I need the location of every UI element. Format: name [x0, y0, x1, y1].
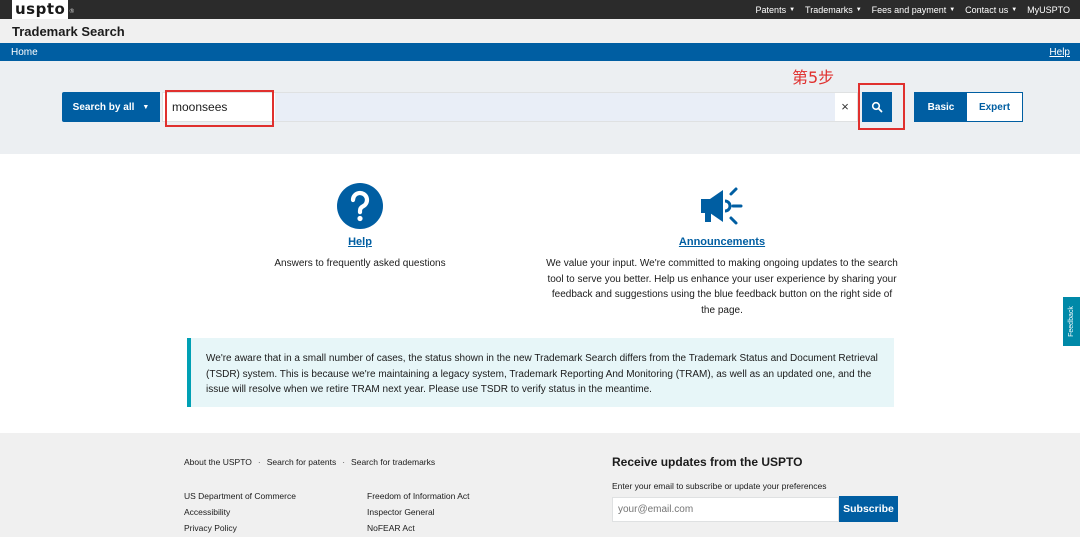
search-type-label: Search by all — [72, 101, 135, 113]
announcements-card-link[interactable]: Announcements — [545, 236, 899, 248]
search-type-dropdown[interactable]: Search by all ▼ — [62, 92, 160, 122]
title-bar: Trademark Search — [0, 19, 1080, 43]
footer-top-links: About the USPTO · Search for patents · S… — [184, 457, 435, 467]
separator-dot: · — [257, 457, 261, 467]
footer — [0, 433, 1080, 537]
nav-myuspto[interactable]: MyUSPTO — [1027, 5, 1070, 15]
question-circle-icon — [337, 183, 383, 229]
footer-link-commerce[interactable]: US Department of Commerce — [184, 488, 296, 504]
uspto-logo[interactable]: uspto ® — [12, 0, 75, 19]
nav-fees[interactable]: Fees and payment ▼ — [872, 5, 956, 15]
subscribe-button[interactable]: Subscribe — [839, 496, 898, 522]
footer-link-privacy[interactable]: Privacy Policy — [184, 520, 296, 536]
subscribe-title: Receive updates from the USPTO — [612, 455, 803, 469]
caret-down-icon: ▼ — [789, 7, 796, 14]
footer-link-patents[interactable]: Search for patents — [267, 457, 336, 467]
step-annotation: 第5步 — [792, 68, 835, 87]
feedback-tab[interactable]: Feedback — [1063, 297, 1080, 346]
footer-link-about[interactable]: About the USPTO — [184, 457, 252, 467]
mode-expert-button[interactable]: Expert — [967, 93, 1022, 121]
subscribe-description: Enter your email to subscribe or update … — [612, 481, 827, 491]
footer-column-1: US Department of Commerce Accessibility … — [184, 488, 296, 536]
megaphone-icon — [701, 187, 743, 225]
footer-link-inspector-general[interactable]: Inspector General — [367, 504, 470, 520]
top-bar: uspto ® Patents ▼ Trademarks ▼ Fees and pay… — [0, 0, 1080, 19]
logo-text: uspto — [15, 0, 66, 18]
clear-icon[interactable]: × — [837, 99, 853, 115]
nav-contact[interactable]: Contact us ▼ — [965, 5, 1017, 15]
page-title: Trademark Search — [12, 23, 125, 39]
caret-down-icon: ▼ — [949, 7, 956, 14]
footer-link-accessibility[interactable]: Accessibility — [184, 504, 296, 520]
breadcrumb: Home Help — [0, 43, 1080, 61]
breadcrumb-home[interactable]: Home — [11, 47, 38, 58]
caret-down-icon: ▼ — [142, 103, 150, 111]
nav-patents[interactable]: Patents ▼ — [756, 5, 795, 15]
caret-down-icon: ▼ — [1011, 7, 1018, 14]
nav-trademarks[interactable]: Trademarks ▼ — [805, 5, 862, 15]
help-card-text: Answers to frequently asked questions — [274, 258, 446, 269]
announcements-card: Announcements We value your input. We're… — [545, 182, 899, 318]
help-card: Help Answers to frequently asked questio… — [260, 182, 460, 272]
footer-column-2: Freedom of Information Act Inspector Gen… — [367, 488, 470, 536]
announcements-card-text: We value your input. We're committed to … — [546, 258, 898, 316]
help-card-link[interactable]: Help — [260, 236, 460, 248]
status-notice-text: We're aware that in a small number of ca… — [206, 353, 878, 395]
help-link[interactable]: Help — [1049, 47, 1070, 58]
top-nav: Patents ▼ Trademarks ▼ Fees and payment ▼ C… — [756, 5, 1070, 15]
status-notice: We're aware that in a small number of ca… — [187, 338, 894, 407]
feedback-label: Feedback — [1068, 306, 1075, 337]
footer-link-foia[interactable]: Freedom of Information Act — [367, 488, 470, 504]
search-mode-toggle: Basic Expert — [914, 92, 1023, 122]
separator-dot: · — [342, 457, 346, 467]
search-icon — [871, 101, 883, 113]
caret-down-icon: ▼ — [855, 7, 862, 14]
mode-basic-button[interactable]: Basic — [915, 93, 967, 121]
footer-link-trademarks[interactable]: Search for trademarks — [351, 457, 435, 467]
logo-registered-mark: ® — [68, 8, 76, 15]
search-button[interactable] — [862, 92, 892, 122]
footer-link-nofear[interactable]: NoFEAR Act — [367, 520, 470, 536]
input-highlight-box — [165, 90, 274, 127]
email-field[interactable] — [612, 497, 839, 522]
